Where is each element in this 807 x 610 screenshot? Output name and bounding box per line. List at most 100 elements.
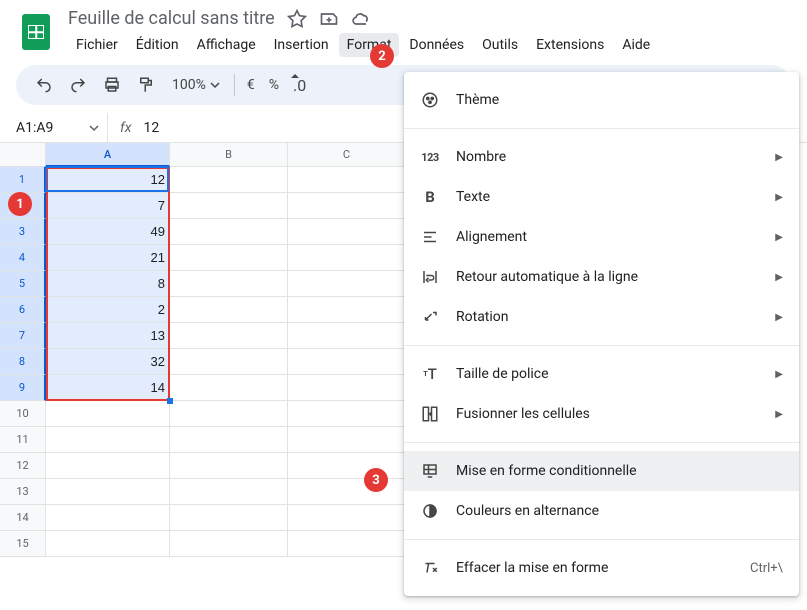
column-header-B[interactable]: B xyxy=(170,143,288,167)
row-header-9[interactable]: 9 xyxy=(0,375,46,401)
cell-A3[interactable]: 49 xyxy=(46,219,170,245)
fill-handle[interactable] xyxy=(167,398,173,404)
cell-B11[interactable] xyxy=(170,427,288,453)
row-header-8[interactable]: 8 xyxy=(0,349,46,375)
sheets-logo[interactable] xyxy=(16,12,56,52)
menu-item-rotation[interactable]: Rotation▶ xyxy=(404,297,799,337)
print-button[interactable] xyxy=(96,69,128,101)
cell-A12[interactable] xyxy=(46,453,170,479)
cell-A9[interactable]: 14 xyxy=(46,375,170,401)
cell-C6[interactable] xyxy=(288,297,406,323)
menu-insertion[interactable]: Insertion xyxy=(266,33,337,57)
cell-C11[interactable] xyxy=(288,427,406,453)
menu-item-taille-de-police[interactable]: тTTaille de police▶ xyxy=(404,354,799,394)
percent-button[interactable]: % xyxy=(263,77,285,93)
menu-extensions[interactable]: Extensions xyxy=(528,33,612,57)
menu-item-retour-automatique-a-la-ligne[interactable]: Retour automatique à la ligne▶ xyxy=(404,257,799,297)
menu-item-alignement[interactable]: Alignement▶ xyxy=(404,217,799,257)
row-header-1[interactable]: 1 xyxy=(0,167,46,193)
column-header-C[interactable]: C xyxy=(288,143,406,167)
cell-B5[interactable] xyxy=(170,271,288,297)
row-header-13[interactable]: 13 xyxy=(0,479,46,505)
cell-A2[interactable]: 7 xyxy=(46,193,170,219)
menu-outils[interactable]: Outils xyxy=(474,33,526,57)
formula-bar-value[interactable]: 12 xyxy=(143,120,159,136)
decrease-decimal-button[interactable]: .0 xyxy=(287,76,312,95)
menu-aide[interactable]: Aide xyxy=(614,33,658,57)
menu-separator xyxy=(404,128,799,129)
column-header-A[interactable]: A xyxy=(46,143,170,167)
cell-B2[interactable] xyxy=(170,193,288,219)
cell-C13[interactable] xyxy=(288,479,406,505)
paint-format-button[interactable] xyxy=(130,69,162,101)
cell-B4[interactable] xyxy=(170,245,288,271)
cell-C4[interactable] xyxy=(288,245,406,271)
menu-item-nombre[interactable]: 123Nombre▶ xyxy=(404,137,799,177)
undo-button[interactable] xyxy=(28,69,60,101)
cell-A13[interactable] xyxy=(46,479,170,505)
cell-C2[interactable] xyxy=(288,193,406,219)
cell-C14[interactable] xyxy=(288,505,406,531)
row-header-14[interactable]: 14 xyxy=(0,505,46,531)
cell-C10[interactable] xyxy=(288,401,406,427)
menu-item-mise-en-forme-conditionnelle[interactable]: Mise en forme conditionnelle xyxy=(404,451,799,491)
cell-B12[interactable] xyxy=(170,453,288,479)
zoom-select[interactable]: 100% xyxy=(164,77,228,93)
cell-C3[interactable] xyxy=(288,219,406,245)
move-icon[interactable] xyxy=(319,9,339,29)
cell-A14[interactable] xyxy=(46,505,170,531)
row-header-3[interactable]: 3 xyxy=(0,219,46,245)
menu-item-theme[interactable]: Thème xyxy=(404,80,799,120)
cell-C7[interactable] xyxy=(288,323,406,349)
row-header-7[interactable]: 7 xyxy=(0,323,46,349)
menu-item-label: Texte xyxy=(456,189,759,205)
cell-A4[interactable]: 21 xyxy=(46,245,170,271)
cell-C12[interactable] xyxy=(288,453,406,479)
cell-B13[interactable] xyxy=(170,479,288,505)
cell-C9[interactable] xyxy=(288,375,406,401)
menu-item-couleurs-en-alternance[interactable]: Couleurs en alternance xyxy=(404,491,799,531)
cell-B9[interactable] xyxy=(170,375,288,401)
name-box[interactable]: A1:A9 xyxy=(0,113,108,142)
cell-A15[interactable] xyxy=(46,531,170,557)
row-header-4[interactable]: 4 xyxy=(0,245,46,271)
cell-A5[interactable]: 8 xyxy=(46,271,170,297)
menu-donnees[interactable]: Données xyxy=(401,33,472,57)
cell-C8[interactable] xyxy=(288,349,406,375)
cloud-icon[interactable] xyxy=(351,9,371,29)
cell-A8[interactable]: 32 xyxy=(46,349,170,375)
currency-button[interactable]: € xyxy=(241,77,261,93)
menu-item-fusionner-les-cellules[interactable]: Fusionner les cellules▶ xyxy=(404,394,799,434)
cell-B8[interactable] xyxy=(170,349,288,375)
row-header-10[interactable]: 10 xyxy=(0,401,46,427)
cell-A6[interactable]: 2 xyxy=(46,297,170,323)
cell-A10[interactable] xyxy=(46,401,170,427)
row-header-15[interactable]: 15 xyxy=(0,531,46,557)
cell-B6[interactable] xyxy=(170,297,288,323)
menu-item-effacer-la-mise-en-forme[interactable]: Effacer la mise en formeCtrl+\ xyxy=(404,548,799,588)
row-header-12[interactable]: 12 xyxy=(0,453,46,479)
document-title[interactable]: Feuille de calcul sans titre xyxy=(68,8,275,29)
cell-A7[interactable]: 13 xyxy=(46,323,170,349)
row-header-6[interactable]: 6 xyxy=(0,297,46,323)
cell-A11[interactable] xyxy=(46,427,170,453)
cell-B1[interactable] xyxy=(170,167,288,193)
select-all-corner[interactable] xyxy=(0,143,46,167)
cell-C5[interactable] xyxy=(288,271,406,297)
cell-B10[interactable] xyxy=(170,401,288,427)
row-header-11[interactable]: 11 xyxy=(0,427,46,453)
cell-B14[interactable] xyxy=(170,505,288,531)
redo-button[interactable] xyxy=(62,69,94,101)
cell-B3[interactable] xyxy=(170,219,288,245)
row-header-5[interactable]: 5 xyxy=(0,271,46,297)
menu-item-texte[interactable]: BTexte▶ xyxy=(404,177,799,217)
menu-edition[interactable]: Édition xyxy=(128,33,187,57)
cell-A1[interactable]: 12 xyxy=(46,167,170,193)
cell-B7[interactable] xyxy=(170,323,288,349)
menu-affichage[interactable]: Affichage xyxy=(189,33,264,57)
menu-fichier[interactable]: Fichier xyxy=(68,33,126,57)
cell-C15[interactable] xyxy=(288,531,406,557)
star-icon[interactable] xyxy=(287,9,307,29)
cell-C1[interactable] xyxy=(288,167,406,193)
cell-B15[interactable] xyxy=(170,531,288,557)
